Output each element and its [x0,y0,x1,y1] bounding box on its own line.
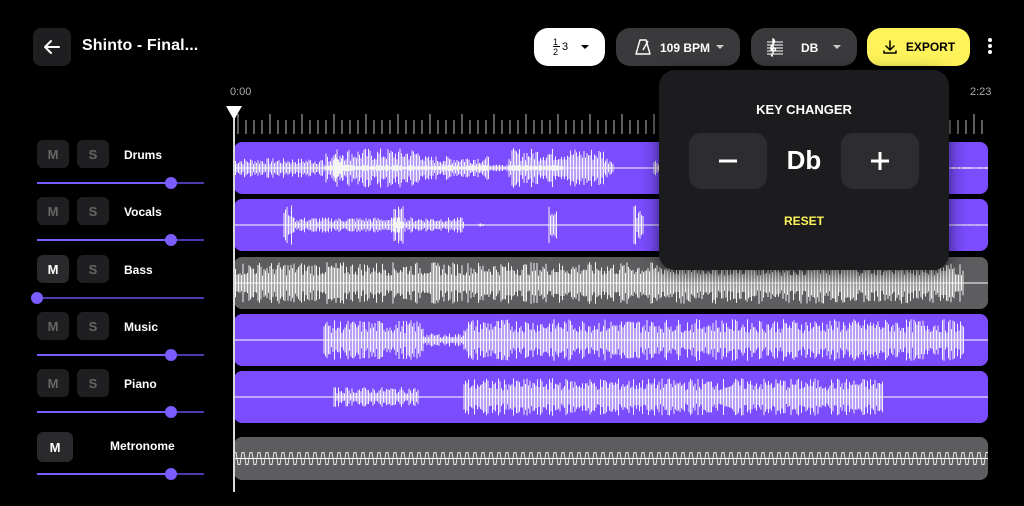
volume-slider[interactable] [37,349,204,361]
volume-slider-fill [37,182,171,184]
track-name: Music [124,320,159,334]
plus-icon [871,152,889,170]
volume-slider[interactable] [37,406,204,418]
volume-slider-fill [37,473,171,475]
bpm-dropdown[interactable]: 109 BPM [616,28,740,66]
key-down-button[interactable] [689,133,767,189]
volume-slider-fill [37,411,171,413]
chevron-down-icon [716,45,724,49]
arrow-left-icon [44,40,60,54]
mute-button[interactable]: M [37,432,73,462]
mute-button[interactable]: M [37,140,69,168]
chevron-down-icon [581,45,589,49]
track-lane-piano[interactable] [234,371,988,423]
export-label: EXPORT [905,40,956,54]
track-name: Drums [124,148,163,162]
key-label: DB [801,41,819,55]
waveform [234,378,988,416]
chevron-down-icon [833,45,841,49]
download-icon [883,40,897,54]
volume-slider[interactable] [37,468,204,480]
bpm-label: 109 BPM [660,41,711,55]
volume-slider[interactable] [37,177,204,189]
key-dropdown[interactable]: DB [751,28,857,66]
key-changer-popup: KEY CHANGER Db RESET [659,70,949,270]
track-name: Bass [124,263,153,277]
time-start: 0:00 [230,86,252,98]
volume-slider-knob[interactable] [164,177,177,189]
solo-button[interactable]: S [77,140,109,168]
track-name: Vocals [124,205,162,219]
volume-slider-fill [37,354,171,356]
minus-icon [719,159,737,163]
mute-button[interactable]: M [37,312,69,340]
playhead-line [233,118,235,492]
mute-button[interactable]: M [37,197,69,225]
metronome-icon [635,39,651,55]
solo-button[interactable]: S [77,255,109,283]
volume-slider-knob[interactable] [31,292,43,304]
current-key: Db [786,145,822,175]
volume-slider-knob[interactable] [164,349,177,361]
volume-slider-knob[interactable] [164,406,177,418]
project-title: Shinto - Final... [82,37,199,54]
reset-key-button[interactable]: RESET [659,214,949,228]
key-up-button[interactable] [841,133,919,189]
waveform [234,452,988,465]
track-lane-music[interactable] [234,314,988,366]
volume-slider[interactable] [37,234,204,246]
time-signature-dropdown[interactable]: 1 2 3 [534,28,605,66]
treble-clef-icon [767,37,783,57]
mute-button[interactable]: M [37,255,69,283]
solo-button[interactable]: S [77,197,109,225]
more-options-icon[interactable] [985,38,995,58]
solo-button[interactable]: S [77,369,109,397]
export-button[interactable]: EXPORT [867,28,970,66]
volume-slider-fill [37,239,171,241]
mute-button[interactable]: M [37,369,69,397]
track-name: Piano [124,377,157,391]
key-changer-title: KEY CHANGER [756,102,852,117]
waveform [234,319,988,361]
track-name: Metronome [110,439,175,453]
solo-button[interactable]: S [77,312,109,340]
time-signature-icon: 1 2 3 [553,37,569,57]
time-end: 2:23 [970,86,992,98]
volume-slider-knob[interactable] [164,468,177,480]
back-button[interactable] [33,28,71,66]
track-lane-metronome[interactable] [234,437,988,480]
volume-slider-knob[interactable] [164,234,177,246]
volume-slider[interactable] [31,292,204,304]
playhead-handle[interactable] [226,106,242,120]
